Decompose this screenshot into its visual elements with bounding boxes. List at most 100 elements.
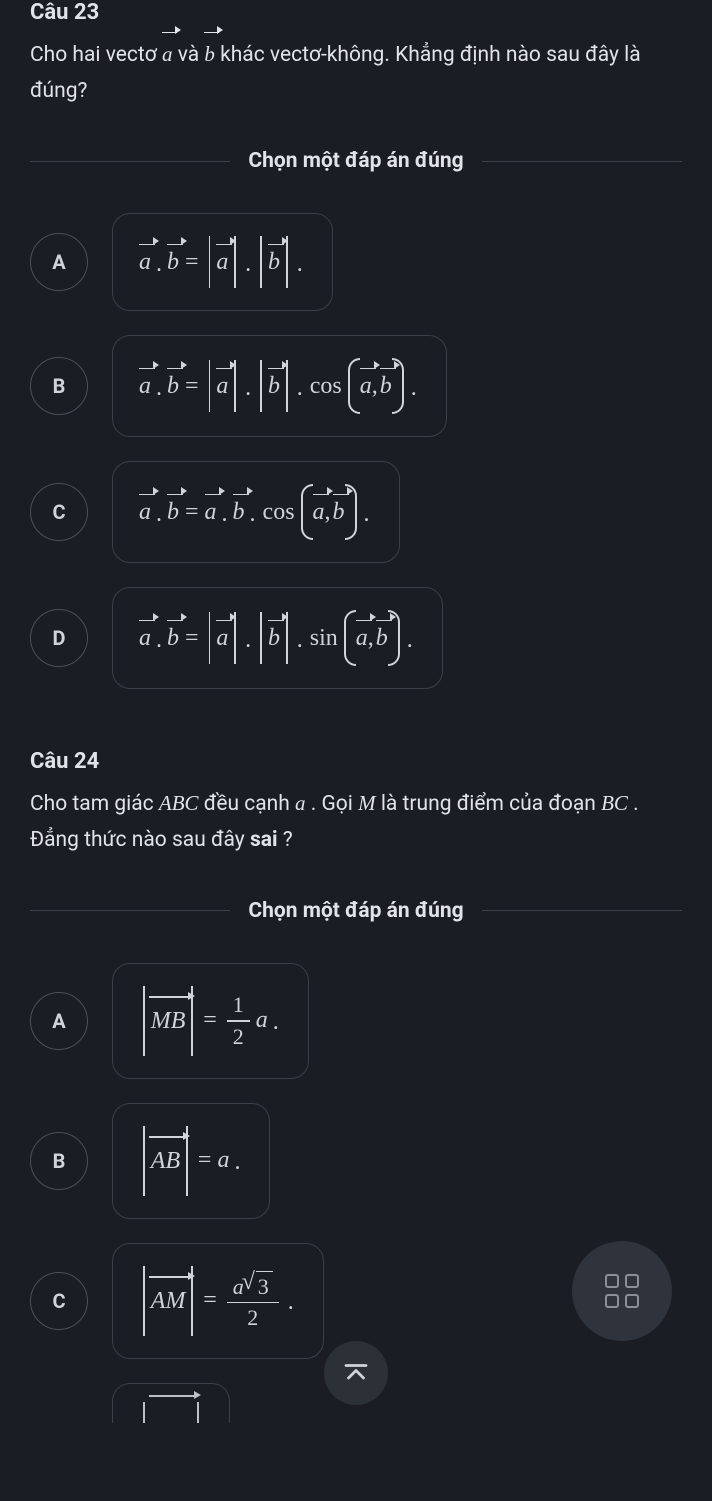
option-box[interactable]: AM = a3 2 . <box>112 1243 324 1359</box>
grid-icon <box>605 1274 639 1308</box>
vector-a-icon: a <box>356 625 368 652</box>
paren: a , b <box>346 358 406 414</box>
vector-b-icon: b <box>204 37 215 73</box>
radicand: 3 <box>256 1271 273 1300</box>
text-fragment: đều cạnh <box>204 792 295 816</box>
option-b[interactable]: B a . b = a . b . cos a , b <box>30 335 682 437</box>
paren: a , b <box>299 484 359 540</box>
vector-b-icon: b <box>233 499 245 526</box>
text-fragment: và <box>178 43 205 67</box>
option-b[interactable]: B AB = a . <box>30 1103 682 1219</box>
option-box[interactable]: a . b = a . b . <box>112 213 333 311</box>
vector-a-icon: a <box>313 499 325 526</box>
numerator: a3 <box>227 1269 279 1302</box>
text-fragment: Cho hai vectơ <box>30 43 157 67</box>
divider-line <box>482 910 682 911</box>
divider-line <box>30 910 230 911</box>
option-d[interactable]: D a . b = a . b . sin a , b <box>30 587 682 689</box>
bold-sai: sai <box>250 828 278 852</box>
vector-a-icon: a <box>139 499 151 526</box>
option-list: A a . b = a . b . B a . <box>30 213 682 689</box>
divider: Chọn một đáp án đúng <box>30 899 682 923</box>
option-letter[interactable]: D <box>30 609 88 667</box>
formula: a . b = a . b . sin a , b <box>139 610 416 666</box>
abs: AM <box>139 1266 197 1336</box>
option-letter[interactable]: A <box>30 992 88 1050</box>
comma: , <box>372 373 378 400</box>
abs <box>139 1402 203 1423</box>
abs: a <box>205 360 241 412</box>
dot: . <box>297 627 303 654</box>
vector-b-icon: b <box>167 249 179 276</box>
dot: . <box>250 501 256 528</box>
vector-b-icon: b <box>268 249 280 276</box>
dot: . <box>245 627 251 654</box>
divider-text: Chọn một đáp án đúng <box>248 899 463 923</box>
option-letter[interactable]: C <box>30 1272 88 1330</box>
period: . <box>407 627 413 654</box>
grid-menu-button[interactable] <box>572 1241 672 1341</box>
option-box[interactable]: a . b = a . b . cos a , b <box>112 461 400 563</box>
equals: = <box>185 625 199 652</box>
sym-a: a <box>295 791 306 815</box>
option-a[interactable]: A a . b = a . b . <box>30 213 682 311</box>
vector-a-icon: a <box>139 373 151 400</box>
option-box[interactable]: a . b = a . b . cos a , b <box>112 335 447 437</box>
equals: = <box>203 1287 217 1314</box>
fraction: 1 2 <box>227 990 250 1052</box>
dot: . <box>297 375 303 402</box>
vector-b-icon: b <box>380 373 392 400</box>
option-letter[interactable]: B <box>30 357 88 415</box>
vector-a-icon: a <box>216 625 228 652</box>
vector-a-icon: a <box>205 499 217 526</box>
vector-b-icon: b <box>268 373 280 400</box>
dot: . <box>245 375 251 402</box>
divider-line <box>30 161 230 162</box>
option-c[interactable]: C a . b = a . b . cos a , b <box>30 461 682 563</box>
sym-a: a <box>256 1007 268 1034</box>
question-text: Cho tam giác ABC đều cạnh a . Gọi M là t… <box>30 786 682 858</box>
formula: a . b = a . b . cos a , b <box>139 484 373 540</box>
period: . <box>297 251 303 278</box>
abs: b <box>256 612 292 664</box>
option-box-truncated[interactable] <box>112 1383 230 1423</box>
vector-b-icon: b <box>376 625 388 652</box>
text-fragment: ? <box>283 828 293 852</box>
period: . <box>288 1289 294 1316</box>
cos: cos <box>263 499 295 526</box>
vector-b-icon: b <box>268 625 280 652</box>
vector-a-icon: a <box>139 249 151 276</box>
sym-abc: ABC <box>159 791 199 815</box>
dot: . <box>156 627 162 654</box>
vector-am-icon: AM <box>151 1286 186 1315</box>
option-letter[interactable]: C <box>30 483 88 541</box>
fraction: a3 2 <box>227 1269 279 1334</box>
vector-b-icon: b <box>333 499 345 526</box>
period: . <box>411 375 417 402</box>
paren-right-icon <box>345 484 357 540</box>
question-text: Cho hai vectơ a và b khác vectơ-không. K… <box>30 37 682 109</box>
abs: MB <box>139 986 197 1056</box>
period: . <box>364 501 370 528</box>
formula: AB = a . <box>139 1126 243 1196</box>
option-box[interactable]: MB = 1 2 a . <box>112 963 309 1079</box>
option-box[interactable]: AB = a . <box>112 1103 270 1219</box>
period: . <box>273 1009 279 1036</box>
option-a[interactable]: A MB = 1 2 a . <box>30 963 682 1079</box>
sym-bc: BC <box>601 791 628 815</box>
text-fragment: là trung điểm của đoạn <box>381 792 601 816</box>
dot: . <box>156 375 162 402</box>
vector-a-icon: a <box>216 373 228 400</box>
abs: b <box>256 360 292 412</box>
scroll-to-top-button[interactable] <box>324 1341 388 1405</box>
dot: . <box>156 501 162 528</box>
sym-a: a <box>217 1147 229 1174</box>
abs: AB <box>139 1126 192 1196</box>
formula: MB = 1 2 a . <box>139 986 282 1056</box>
abs: a <box>205 236 241 288</box>
formula: AM = a3 2 . <box>139 1266 297 1336</box>
option-letter[interactable]: A <box>30 233 88 291</box>
option-letter[interactable]: B <box>30 1132 88 1190</box>
option-box[interactable]: a . b = a . b . sin a , b <box>112 587 443 689</box>
period: . <box>234 1149 240 1176</box>
